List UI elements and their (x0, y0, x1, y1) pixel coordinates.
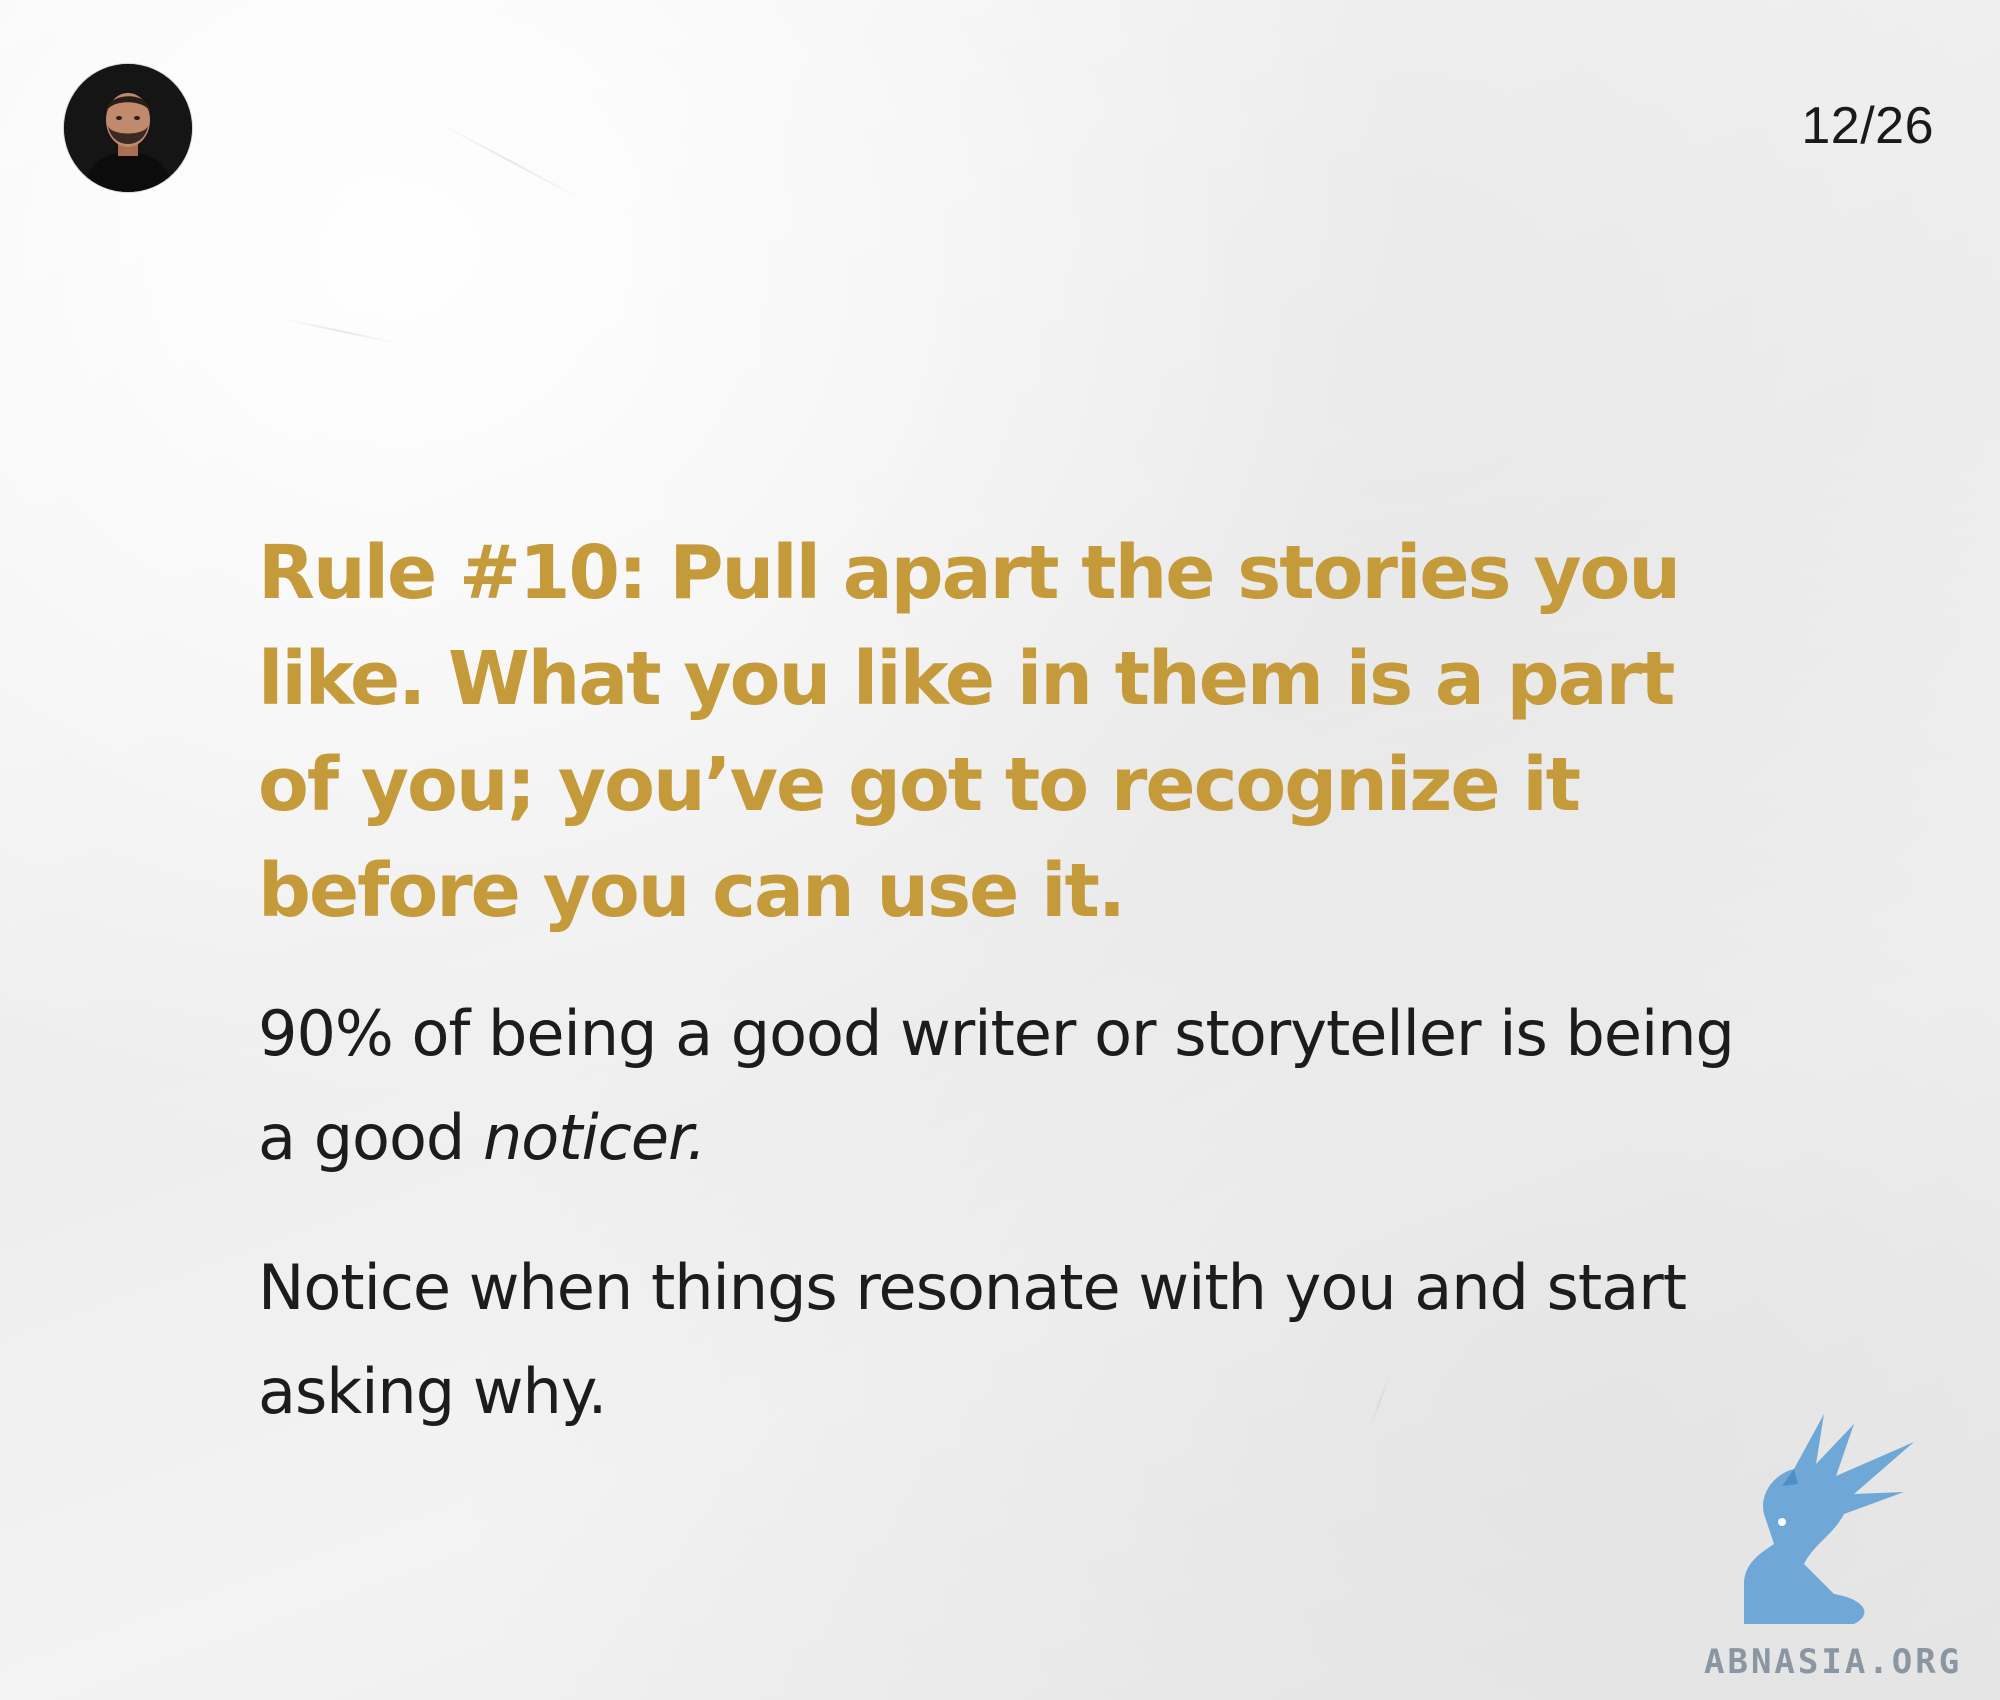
griffin-logo-icon (1744, 1414, 1914, 1624)
paper-crease (438, 122, 582, 200)
body-paragraph-1-text: 90% of being a good writer or storytelle… (258, 997, 1735, 1174)
watermark: ABNASIA.ORG (1694, 1394, 1994, 1694)
watermark-text: ABNASIA.ORG (1704, 1642, 1963, 1682)
avatar (64, 64, 192, 192)
body-paragraph-1: 90% of being a good writer or storytelle… (258, 982, 1758, 1190)
body-paragraph-1-emphasis: noticer. (483, 1101, 707, 1174)
page-counter: 12/26 (1801, 97, 1934, 155)
body-paragraph-2: Notice when things resonate with you and… (258, 1251, 1687, 1428)
paper-crease (281, 317, 399, 345)
slide-content: Rule #10: Pull apart the stories you lik… (258, 520, 1758, 1444)
rule-headline: Rule #10: Pull apart the stories you lik… (258, 530, 1681, 934)
person-avatar-icon (64, 64, 192, 192)
